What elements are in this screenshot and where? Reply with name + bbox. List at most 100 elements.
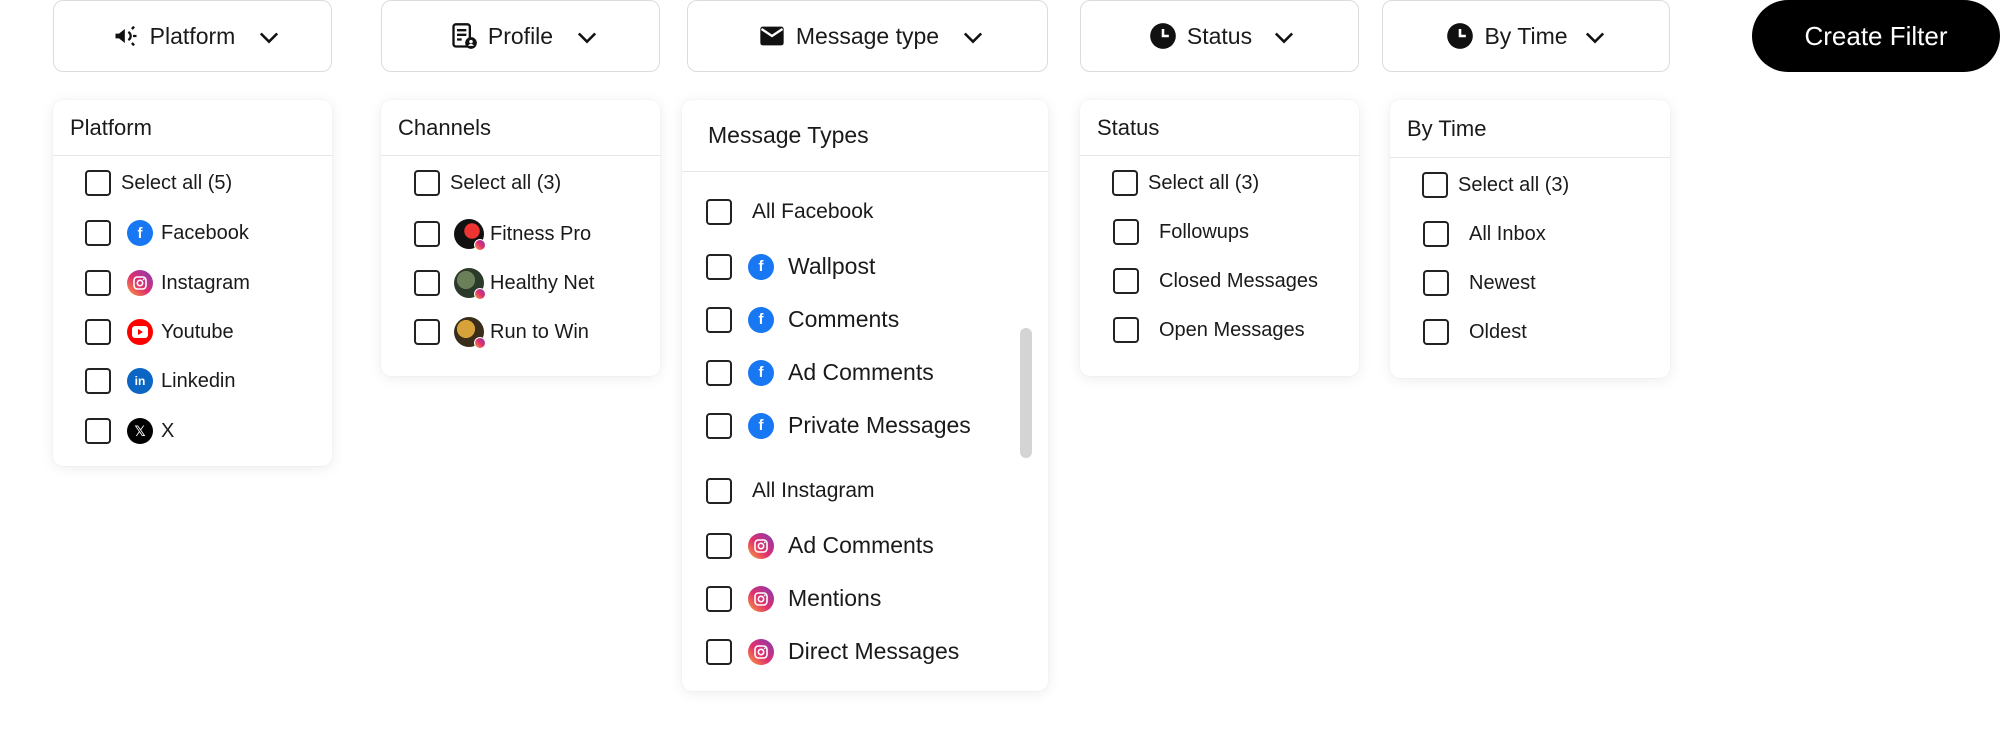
status-panel-title: Status — [1080, 100, 1359, 156]
checkbox[interactable] — [414, 319, 440, 345]
megaphone-icon — [115, 25, 137, 47]
chevron-down-icon — [577, 32, 597, 44]
platform-panel: Platform Select all (5) f Facebook Insta… — [53, 100, 332, 466]
message-type-fb-ad-comments[interactable]: f Ad Comments — [706, 359, 934, 386]
checkbox[interactable] — [1113, 219, 1139, 245]
message-type-all-instagram[interactable]: All Instagram — [706, 478, 875, 504]
message-type-fb-comments[interactable]: f Comments — [706, 306, 899, 333]
facebook-icon: f — [127, 220, 153, 246]
checkbox[interactable] — [414, 221, 440, 247]
by-time-panel-title: By Time — [1390, 100, 1670, 158]
by-time-panel: By Time Select all (3) All Inbox Newest … — [1390, 100, 1670, 378]
message-type-fb-private-messages[interactable]: f Private Messages — [706, 412, 971, 439]
message-types-scrollbar[interactable] — [1020, 328, 1032, 458]
checkbox[interactable] — [85, 319, 111, 345]
instagram-badge-icon — [474, 239, 486, 251]
platform-select-all[interactable]: Select all (5) — [85, 170, 232, 196]
message-type-ig-direct-messages[interactable]: Direct Messages — [706, 638, 959, 665]
checkbox[interactable] — [1423, 319, 1449, 345]
checkbox[interactable] — [414, 270, 440, 296]
checkbox[interactable] — [85, 368, 111, 394]
by-time-dropdown[interactable]: By Time — [1382, 0, 1670, 72]
platform-item-x[interactable]: 𝕏 X — [85, 418, 174, 444]
create-filter-button[interactable]: Create Filter — [1752, 0, 2000, 72]
clock-icon — [1150, 23, 1176, 49]
checkbox[interactable] — [706, 478, 732, 504]
status-item-followups[interactable]: Followups — [1113, 219, 1249, 245]
checkbox[interactable] — [1112, 170, 1138, 196]
status-panel: Status Select all (3) Followups Closed M… — [1080, 100, 1359, 376]
message-type-all-facebook[interactable]: All Facebook — [706, 199, 873, 225]
platform-item-facebook[interactable]: f Facebook — [85, 220, 249, 246]
facebook-icon: f — [748, 359, 774, 386]
facebook-icon: f — [748, 412, 774, 439]
instagram-icon — [748, 585, 774, 612]
platform-item-linkedin[interactable]: in Linkedin — [85, 368, 236, 394]
channel-item-healthy-net[interactable]: Healthy Net — [414, 268, 595, 300]
checkbox[interactable] — [1113, 317, 1139, 343]
by-time-dropdown-label: By Time — [1484, 22, 1568, 49]
platform-dropdown-label: Platform — [149, 22, 236, 49]
by-time-select-all[interactable]: Select all (3) — [1422, 172, 1569, 198]
checkbox[interactable] — [1423, 221, 1449, 247]
checkbox[interactable] — [706, 306, 732, 333]
platform-item-youtube[interactable]: Youtube — [85, 319, 234, 345]
checkbox[interactable] — [706, 532, 732, 559]
by-time-item-all-inbox[interactable]: All Inbox — [1423, 221, 1546, 247]
checkbox[interactable] — [85, 170, 111, 196]
fitness-pro-avatar — [454, 219, 486, 251]
instagram-icon — [748, 532, 774, 559]
facebook-icon: f — [748, 253, 774, 280]
checkbox[interactable] — [85, 220, 111, 246]
status-dropdown[interactable]: Status — [1080, 0, 1359, 72]
checkbox[interactable] — [414, 170, 440, 196]
message-type-dropdown-label: Message type — [795, 22, 940, 49]
channel-item-run-to-win[interactable]: Run to Win — [414, 317, 589, 349]
message-type-dropdown[interactable]: Message type — [687, 0, 1048, 72]
checkbox[interactable] — [1113, 268, 1139, 294]
profile-dropdown-label: Profile — [487, 22, 554, 49]
message-types-panel: Message Types All Facebook f Wallpost f … — [682, 100, 1048, 691]
envelope-icon — [760, 26, 784, 46]
x-icon: 𝕏 — [127, 418, 153, 444]
platform-panel-title: Platform — [53, 100, 332, 156]
linkedin-icon: in — [127, 368, 153, 394]
message-type-fb-wallpost[interactable]: f Wallpost — [706, 253, 875, 280]
platform-item-instagram[interactable]: Instagram — [85, 270, 250, 296]
checkbox[interactable] — [1422, 172, 1448, 198]
instagram-badge-icon — [474, 337, 486, 349]
status-select-all[interactable]: Select all (3) — [1112, 170, 1259, 196]
channels-select-all[interactable]: Select all (3) — [414, 170, 561, 196]
instagram-badge-icon — [474, 288, 486, 300]
checkbox[interactable] — [706, 585, 732, 612]
instagram-icon — [127, 270, 153, 296]
checkbox[interactable] — [706, 199, 732, 225]
status-item-open-messages[interactable]: Open Messages — [1113, 317, 1305, 343]
checkbox[interactable] — [706, 253, 732, 280]
checkbox[interactable] — [706, 638, 732, 665]
platform-dropdown[interactable]: Platform — [53, 0, 332, 72]
by-time-item-oldest[interactable]: Oldest — [1423, 319, 1527, 345]
chevron-down-icon — [963, 32, 983, 44]
message-type-ig-mentions[interactable]: Mentions — [706, 585, 881, 612]
profile-list-icon — [452, 23, 477, 49]
profile-dropdown[interactable]: Profile — [381, 0, 660, 72]
status-item-closed-messages[interactable]: Closed Messages — [1113, 268, 1318, 294]
checkbox[interactable] — [706, 412, 732, 439]
checkbox[interactable] — [85, 418, 111, 444]
chevron-down-icon — [1585, 32, 1605, 44]
youtube-icon — [127, 319, 153, 345]
chevron-down-icon — [259, 32, 279, 44]
channel-item-fitness-pro[interactable]: Fitness Pro — [414, 219, 591, 251]
checkbox[interactable] — [706, 359, 732, 386]
message-type-ig-ad-comments[interactable]: Ad Comments — [706, 532, 934, 559]
chevron-down-icon — [1274, 32, 1294, 44]
checkbox[interactable] — [85, 270, 111, 296]
facebook-icon: f — [748, 306, 774, 333]
channels-panel: Channels Select all (3) Fitness Pro Heal… — [381, 100, 660, 376]
clock-icon — [1447, 23, 1474, 49]
by-time-item-newest[interactable]: Newest — [1423, 270, 1536, 296]
checkbox[interactable] — [1423, 270, 1449, 296]
channels-panel-title: Channels — [381, 100, 660, 156]
run-to-win-avatar — [454, 317, 486, 349]
